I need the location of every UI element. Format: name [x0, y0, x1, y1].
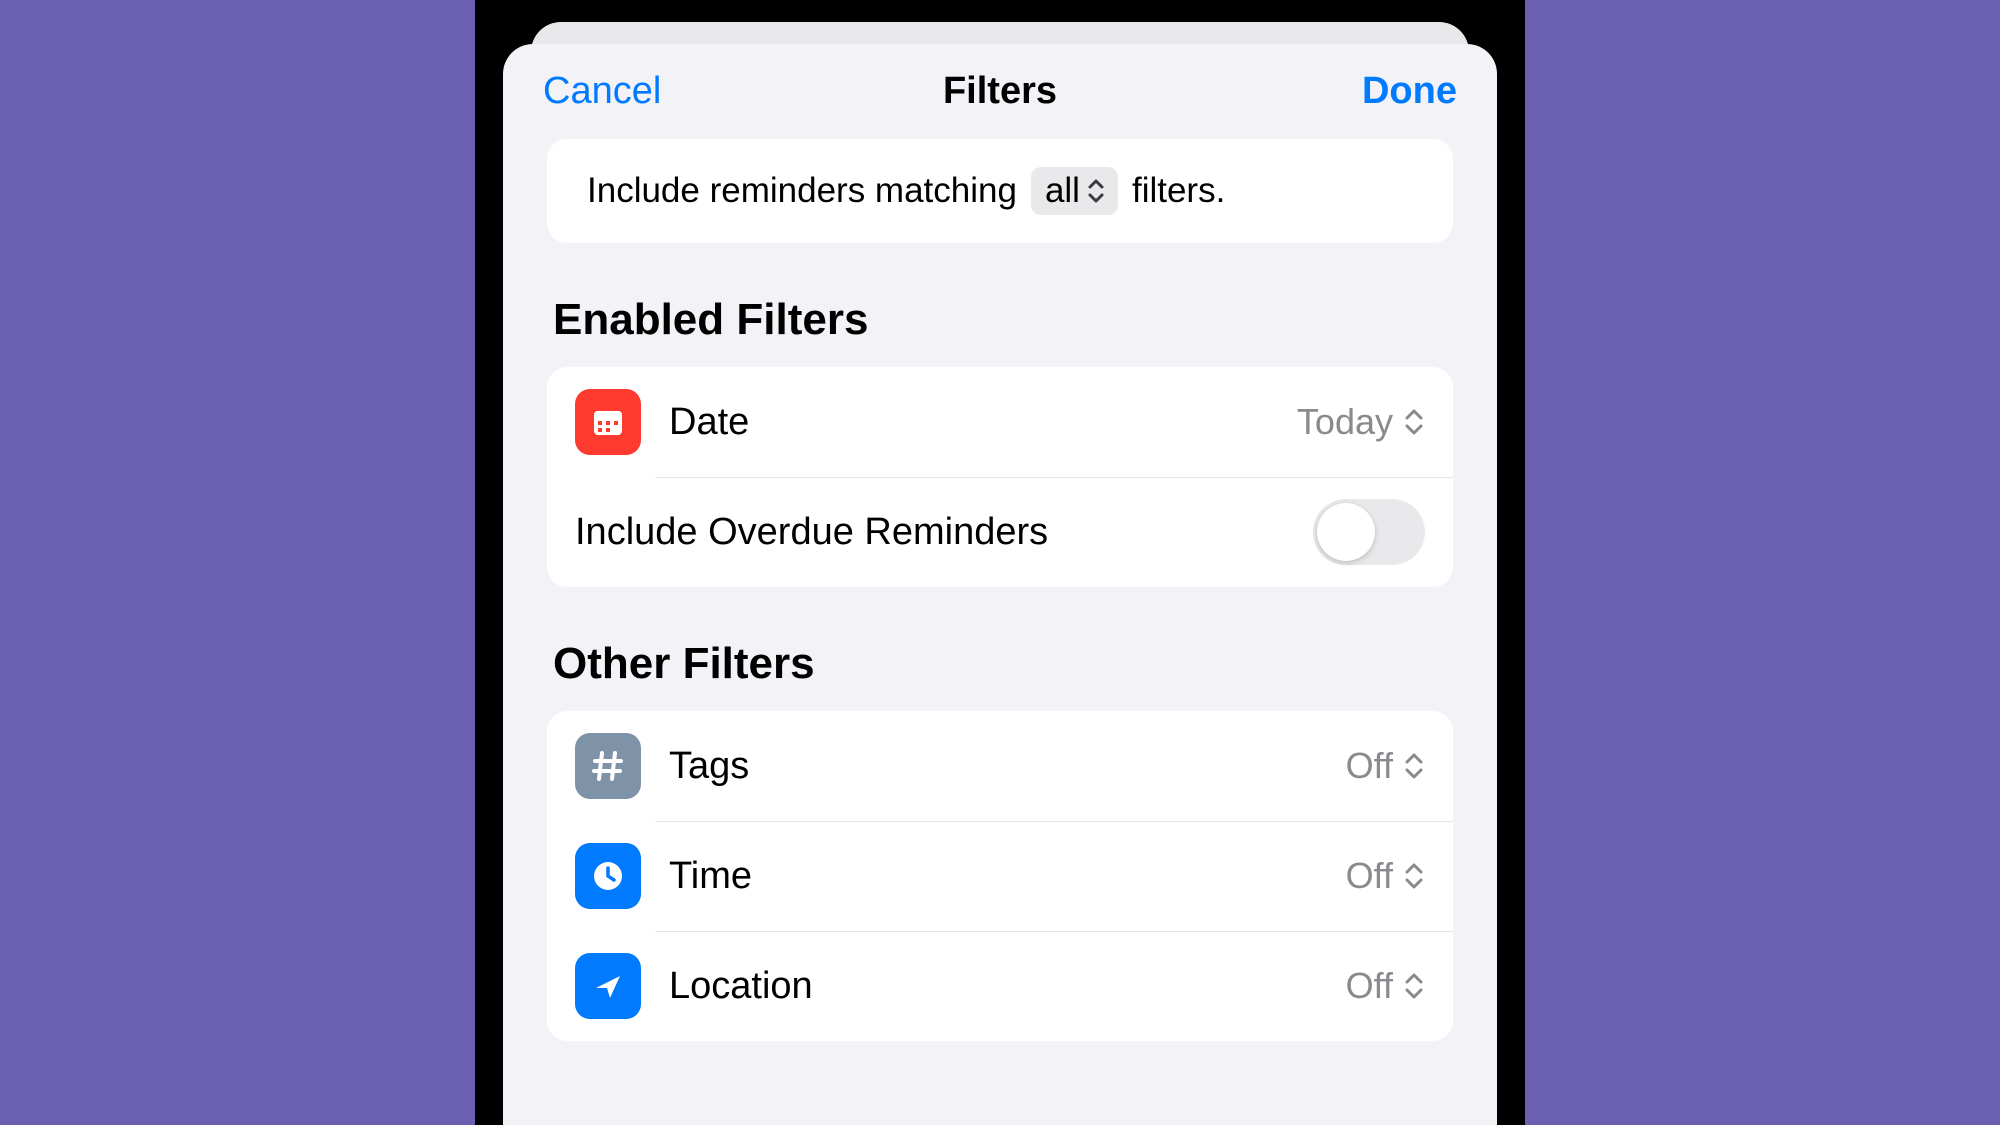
- chevron-up-down-icon: [1403, 971, 1425, 1001]
- chevron-up-down-icon: [1403, 407, 1425, 437]
- toggle-knob: [1317, 503, 1375, 561]
- filter-time-label: Time: [669, 855, 1346, 898]
- filter-tags-value: Off: [1346, 745, 1393, 787]
- modal-content: Include reminders matching all filters.: [503, 139, 1497, 1125]
- nav-bar: Cancel Filters Done: [503, 44, 1497, 139]
- enabled-filters-heading: Enabled Filters: [547, 295, 1453, 345]
- filter-date-label: Date: [669, 401, 1297, 444]
- filter-location-value: Off: [1346, 965, 1393, 1007]
- other-filters-heading: Other Filters: [547, 639, 1453, 689]
- filter-row-date[interactable]: Date Today: [547, 367, 1453, 477]
- device-frame: Cancel Filters Done Include reminders ma…: [475, 0, 1525, 1125]
- enabled-filters-card: Date Today Include Over: [547, 367, 1453, 587]
- match-description: Include reminders matching all filters.: [547, 139, 1453, 243]
- filter-time-value-select[interactable]: Off: [1346, 855, 1425, 897]
- other-filters-card: Tags Off: [547, 711, 1453, 1041]
- filter-tags-value-select[interactable]: Off: [1346, 745, 1425, 787]
- chevron-up-down-icon: [1403, 861, 1425, 891]
- calendar-icon: [575, 389, 641, 455]
- match-card: Include reminders matching all filters.: [547, 139, 1453, 243]
- chevron-up-down-icon: [1403, 751, 1425, 781]
- overdue-toggle[interactable]: [1313, 499, 1425, 565]
- hash-icon: [575, 733, 641, 799]
- cancel-button[interactable]: Cancel: [543, 70, 661, 112]
- chevron-up-down-icon: [1086, 177, 1106, 205]
- clock-icon: [575, 843, 641, 909]
- filter-row-tags[interactable]: Tags Off: [547, 711, 1453, 821]
- filter-location-value-select[interactable]: Off: [1346, 965, 1425, 1007]
- filter-row-time[interactable]: Time Off: [547, 821, 1453, 931]
- location-arrow-icon: [575, 953, 641, 1019]
- filter-date-value-select[interactable]: Today: [1297, 401, 1425, 443]
- done-button[interactable]: Done: [1362, 70, 1457, 112]
- app-stage: Cancel Filters Done Include reminders ma…: [0, 0, 2000, 1125]
- filter-time-value: Off: [1346, 855, 1393, 897]
- match-suffix: filters.: [1132, 171, 1225, 211]
- modal-title: Filters: [943, 70, 1057, 113]
- match-prefix: Include reminders matching: [587, 171, 1017, 211]
- filter-row-overdue: Include Overdue Reminders: [547, 477, 1453, 587]
- match-mode-select[interactable]: all: [1031, 167, 1118, 215]
- filter-row-location[interactable]: Location Off: [547, 931, 1453, 1041]
- filter-tags-label: Tags: [669, 745, 1346, 788]
- filters-modal: Cancel Filters Done Include reminders ma…: [503, 44, 1497, 1125]
- filter-date-value: Today: [1297, 401, 1393, 443]
- match-mode-value: all: [1045, 171, 1080, 211]
- filter-location-label: Location: [669, 965, 1346, 1008]
- overdue-label: Include Overdue Reminders: [575, 511, 1313, 554]
